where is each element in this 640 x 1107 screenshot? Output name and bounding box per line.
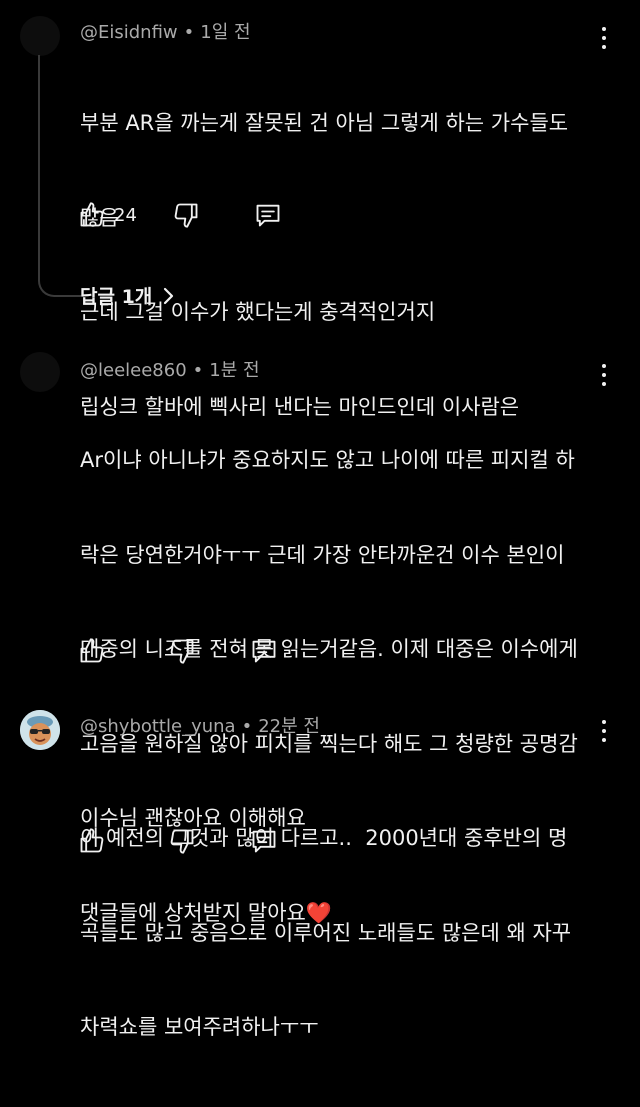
meta-separator: • <box>241 716 253 737</box>
comment-actions <box>78 636 278 666</box>
comment-line: 부분 AR을 까는게 잘못된 건 아님 그렇게 하는 가수들도 <box>80 111 569 135</box>
comment-line-text: 댓글들에 상처받지 말아요 <box>80 900 306 925</box>
more-options-icon[interactable] <box>600 363 608 387</box>
reply-button[interactable] <box>250 827 278 855</box>
view-replies-button[interactable]: 답글 1개 <box>80 282 174 309</box>
heart-emoji: ❤️ <box>305 900 333 925</box>
comment-actions: 24 <box>78 200 282 230</box>
comment-actions <box>78 826 278 856</box>
like-button[interactable]: 24 <box>78 201 137 229</box>
like-count: 24 <box>114 204 137 226</box>
more-options-icon[interactable] <box>600 26 608 50</box>
thumbs-down-icon <box>170 829 194 854</box>
reply-button[interactable] <box>254 201 282 229</box>
thumbs-down-icon <box>170 639 194 664</box>
reply-comment-icon <box>252 640 276 663</box>
comment-line: Ar이냐 아니냐가 중요하지도 않고 나이에 따른 피지컬 하 <box>80 448 575 472</box>
like-button[interactable] <box>78 637 106 665</box>
comment-meta: @shybottle_yuna • 22분 전 <box>80 712 320 738</box>
thumbs-down-icon <box>174 203 198 228</box>
comment-author[interactable]: @leelee860 <box>80 360 187 381</box>
comment-author[interactable]: @Eisidnfiw <box>80 22 178 43</box>
thumbs-up-icon <box>80 638 104 663</box>
replies-label: 답글 1개 <box>80 286 153 308</box>
meta-separator: • <box>183 22 195 43</box>
comment-time: 22분 전 <box>258 716 320 737</box>
avatar[interactable] <box>20 710 60 750</box>
thread-connector-line <box>38 55 84 297</box>
dislike-button[interactable] <box>172 201 200 229</box>
comment-line: 락은 당연한거야ㅜㅜ 근데 가장 안타까운건 이수 본인이 <box>80 542 565 567</box>
reply-comment-icon <box>252 830 276 853</box>
reply-button[interactable] <box>250 637 278 665</box>
comment-text: 이수님 괜찮아요 이해해요 댓글들에 상처받지 말아요❤️ <box>80 740 590 992</box>
meta-separator: • <box>192 360 204 381</box>
comment-meta: @leelee860 • 1분 전 <box>80 356 260 382</box>
comment-line: 댓글들에 상처받지 말아요❤️ <box>80 898 590 930</box>
comment-line: 차력쇼를 보여주려하나ㅜㅜ <box>80 1015 319 1039</box>
comment-author[interactable]: @shybottle_yuna <box>80 716 236 737</box>
like-button[interactable] <box>78 827 106 855</box>
cartoon-avatar-icon <box>20 710 60 750</box>
more-options-icon[interactable] <box>600 719 608 743</box>
dislike-button[interactable] <box>168 637 196 665</box>
dislike-button[interactable] <box>168 827 196 855</box>
chevron-right-icon <box>164 287 174 304</box>
comment-time: 1분 전 <box>209 360 260 381</box>
thumbs-up-icon <box>80 828 104 853</box>
comment-time: 1일 전 <box>200 22 251 43</box>
thumbs-up-icon <box>80 202 104 227</box>
avatar[interactable] <box>20 16 60 56</box>
avatar[interactable] <box>20 352 60 392</box>
reply-comment-icon <box>256 204 280 227</box>
comment-meta: @Eisidnfiw • 1일 전 <box>80 18 251 44</box>
